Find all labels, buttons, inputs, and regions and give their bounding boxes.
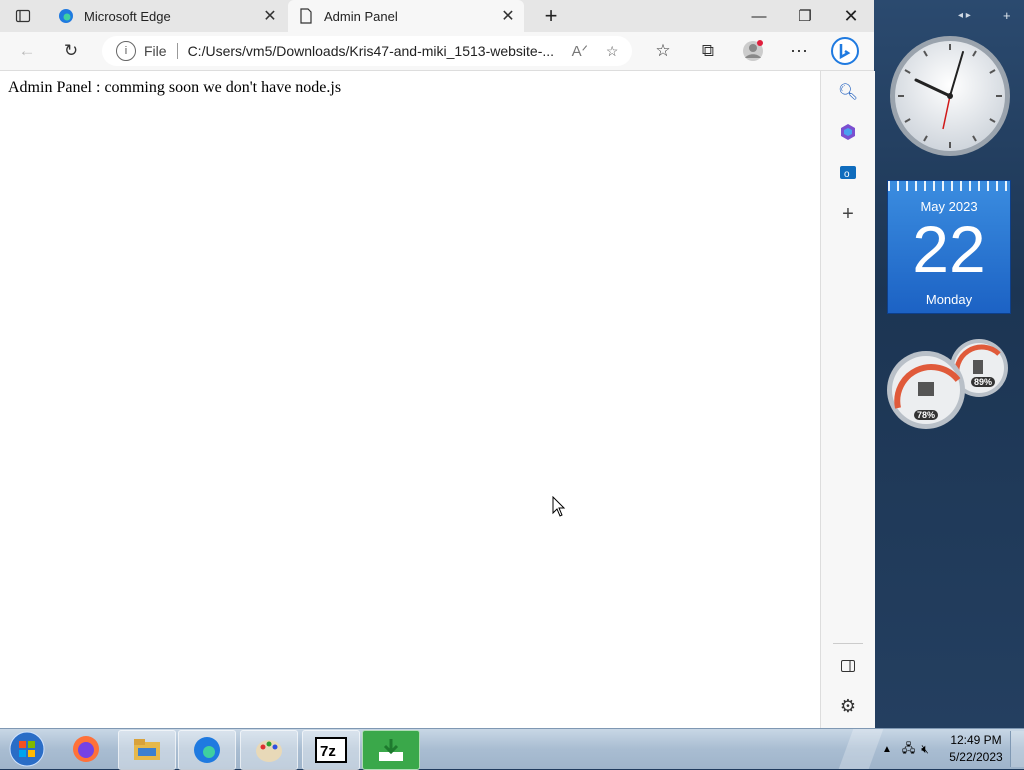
cpu-chip-icon [918, 382, 934, 396]
favorites-button[interactable]: ☆ [648, 36, 678, 66]
add-sidebar-app-button[interactable]: + [833, 199, 863, 229]
gear-icon: ⚙ [839, 695, 857, 716]
info-icon[interactable]: i [116, 41, 136, 61]
restore-button[interactable]: ❐ [782, 0, 828, 32]
bing-chat-icon [831, 37, 859, 65]
edge-sidebar: 🔍︎ o + ⚙ [820, 71, 875, 728]
taskbar-edge[interactable] [178, 730, 236, 770]
svg-text:7z: 7z [320, 743, 336, 760]
taskbar-downloader[interactable] [362, 730, 420, 770]
navigation-toolbar: ← ↻ i File C:/Users/vm5/Downloads/Kris47… [0, 32, 874, 71]
collections-button[interactable]: ⧉ [693, 36, 723, 66]
network-icon[interactable]: 🖧︎ [902, 739, 915, 760]
add-gadget-icon[interactable]: + [1003, 8, 1011, 23]
back-arrow-icon: ← [18, 41, 36, 60]
calendar-rings [888, 181, 1010, 191]
new-tab-button[interactable]: + [528, 0, 574, 32]
edge-window: Microsoft Edge ✕ Admin Panel ✕ + — ❐ ✕ ←… [0, 0, 875, 728]
search-icon: 🔍︎ [837, 84, 859, 101]
close-tab-icon[interactable]: ✕ [496, 6, 520, 26]
paint-palette-icon [256, 740, 282, 762]
calendar-gadget[interactable]: May 2023 22 Monday [887, 180, 1011, 314]
windows-orb-icon [9, 731, 45, 767]
mouse-cursor-icon [552, 496, 566, 517]
show-hidden-icons-icon[interactable]: ▲ [882, 744, 892, 755]
add-favorite-icon[interactable]: ☆ [606, 43, 619, 60]
start-button[interactable] [0, 730, 54, 768]
svg-text:o: o [844, 169, 850, 180]
folder-icon [134, 739, 160, 760]
favorites-icon: ☆ [655, 41, 671, 60]
cpu-percent: 78% [914, 410, 939, 420]
calendar-day: 22 [912, 212, 986, 286]
plus-icon: + [842, 202, 854, 225]
show-desktop-button[interactable] [1010, 731, 1024, 767]
page-content: Admin Panel : comming soon we don't have… [0, 71, 820, 728]
edge-icon [194, 737, 220, 763]
tab-actions-icon [15, 9, 31, 23]
taskbar-7zip[interactable]: 7z [302, 730, 360, 770]
close-tab-icon[interactable]: ✕ [258, 6, 282, 26]
tab-strip: Microsoft Edge ✕ Admin Panel ✕ + — ❐ ✕ [0, 0, 874, 32]
firefox-icon [73, 736, 99, 762]
outlook-sidebar-button[interactable]: o [833, 157, 863, 187]
edge-icon [58, 8, 74, 24]
memory-icon [973, 360, 983, 374]
more-icon: ⋯ [790, 40, 808, 61]
minimize-icon: — [751, 7, 767, 25]
7zip-icon: 7z [315, 737, 347, 763]
tab-title: Microsoft Edge [84, 8, 171, 24]
tab-title: Admin Panel [324, 8, 398, 24]
page-icon [298, 8, 314, 24]
taskbar-time: 12:49 PM [950, 733, 1002, 747]
outlook-icon: o [840, 166, 856, 180]
clock-gadget[interactable] [888, 34, 1012, 158]
taskbar-firefox[interactable] [58, 730, 114, 768]
sidebar-settings-button[interactable]: ⚙ [833, 691, 863, 721]
office-sidebar-button[interactable] [833, 117, 863, 147]
download-tray-icon [379, 739, 403, 761]
divider [176, 43, 178, 59]
page-body-text: Admin Panel : comming soon we don't have… [8, 79, 342, 96]
refresh-icon: ↻ [63, 41, 79, 60]
office-icon [841, 124, 855, 140]
search-sidebar-button[interactable]: 🔍︎ [833, 77, 863, 107]
url-text[interactable]: C:/Users/vm5/Downloads/Kris47-and-miki_1… [188, 43, 558, 59]
scheme-label: File [144, 43, 167, 59]
read-aloud-icon[interactable]: A͏ᐟ [572, 42, 588, 60]
taskbar-date: 5/22/2023 [949, 750, 1003, 764]
hide-sidebar-button[interactable] [833, 651, 863, 681]
refresh-button[interactable]: ↻ [56, 36, 86, 66]
back-button[interactable]: ← [12, 36, 42, 66]
profile-button[interactable] [738, 36, 768, 66]
collections-icon: ⧉ [701, 41, 715, 60]
tab-actions-button[interactable] [8, 1, 38, 31]
tab-admin-panel[interactable]: Admin Panel ✕ [288, 0, 524, 32]
address-bar[interactable]: i File C:/Users/vm5/Downloads/Kris47-and… [102, 36, 632, 66]
sidebar-divider [833, 643, 863, 644]
memory-percent: 89% [971, 377, 996, 387]
taskbar-paint[interactable] [240, 730, 298, 770]
taskbar-file-explorer[interactable] [118, 730, 176, 770]
tab-microsoft-edge[interactable]: Microsoft Edge ✕ [48, 0, 286, 32]
taskbar: 7z ▲ 🖧︎ 🔇︎ 12:49 PM 5/22/2023 [0, 728, 1024, 770]
cpu-meter-gadget[interactable]: 78% 89% [886, 338, 1010, 430]
volume-muted-icon[interactable]: 🔇︎ [921, 742, 929, 757]
minimize-button[interactable]: — [736, 0, 782, 32]
plus-icon: + [544, 3, 558, 28]
calendar-weekday: Monday [925, 292, 973, 307]
taskbar-clock[interactable]: 12:49 PM 5/22/2023 [946, 732, 1006, 766]
profile-avatar-icon [743, 40, 763, 61]
bing-button[interactable] [830, 36, 860, 66]
close-icon: ✕ [843, 5, 859, 26]
sidebar-panel-icon [841, 660, 855, 672]
gadget-nav-arrows[interactable]: ◂ ▸ [958, 10, 971, 21]
settings-more-button[interactable]: ⋯ [784, 36, 814, 66]
close-window-button[interactable]: ✕ [828, 0, 874, 32]
restore-icon: ❐ [798, 8, 812, 25]
